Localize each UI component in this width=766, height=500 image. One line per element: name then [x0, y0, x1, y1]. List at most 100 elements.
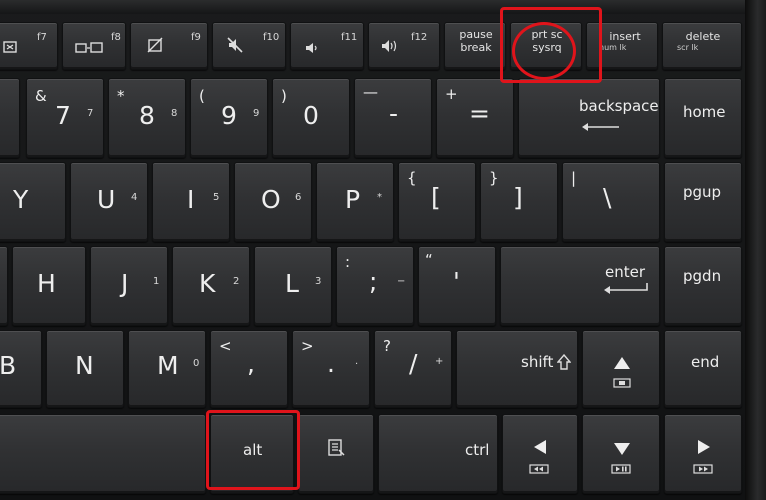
- right-triangle-icon: [697, 439, 711, 459]
- key-h-main: H: [37, 269, 56, 298]
- key-backslash[interactable]: | \: [562, 162, 660, 242]
- key-comma[interactable]: < ,: [210, 330, 288, 408]
- key-backspace[interactable]: backspace: [518, 78, 660, 158]
- key-numlk-label: num lk: [599, 43, 627, 52]
- key-pgdn-label: pgdn: [683, 267, 722, 285]
- key-period[interactable]: > . .: [292, 330, 370, 408]
- key-6-partial[interactable]: [0, 78, 20, 158]
- key-menu[interactable]: [298, 414, 374, 494]
- key-0-main: 0: [303, 101, 319, 130]
- key-home[interactable]: home: [664, 78, 742, 158]
- left-triangle-icon: [533, 439, 547, 459]
- key-f7-label: f7: [37, 32, 47, 43]
- key-8-main: 8: [139, 101, 155, 130]
- key-f11[interactable]: f11: [290, 22, 364, 70]
- key-print-screen[interactable]: prt sc sysrq: [510, 22, 582, 70]
- key-u-alt: 4: [131, 192, 138, 203]
- key-j[interactable]: J 1: [90, 246, 168, 326]
- key-l-alt: 3: [315, 276, 322, 287]
- key-minus-shift: —: [363, 83, 378, 101]
- key-k[interactable]: K 2: [172, 246, 250, 326]
- key-9-alt: 9: [253, 108, 260, 119]
- key-i-main: I: [187, 185, 195, 214]
- key-9-main: 9: [221, 101, 237, 130]
- key-i[interactable]: I 5: [152, 162, 230, 242]
- key-delete[interactable]: delete scr lk: [662, 22, 742, 70]
- key-l[interactable]: L 3: [254, 246, 332, 326]
- key-7-main: 7: [55, 101, 71, 130]
- key-n[interactable]: N: [46, 330, 124, 408]
- rewind-media-icon: [529, 459, 549, 478]
- key-shift-label: shift: [521, 353, 554, 371]
- key-scrlk-label: scr lk: [677, 43, 699, 52]
- key-7[interactable]: & 7 7: [26, 78, 104, 158]
- key-backslash-shift: |: [571, 169, 577, 187]
- key-equals[interactable]: + =: [436, 78, 514, 158]
- context-menu-icon: [327, 439, 345, 461]
- key-h[interactable]: H: [12, 246, 86, 326]
- key-y[interactable]: Y: [0, 162, 66, 242]
- down-triangle-icon: [613, 441, 631, 460]
- key-f8[interactable]: f8: [62, 22, 126, 70]
- key-alt[interactable]: alt: [210, 414, 294, 494]
- key-left-bracket-shift: {: [407, 169, 417, 187]
- key-end[interactable]: end: [664, 330, 742, 408]
- key-f6[interactable]: f7: [0, 22, 58, 70]
- key-home-label: home: [683, 103, 726, 121]
- key-m-alt: 0: [193, 358, 200, 369]
- key-spacebar[interactable]: [0, 414, 206, 494]
- key-period-alt: .: [355, 356, 359, 367]
- key-8[interactable]: * 8 8: [108, 78, 186, 158]
- key-f12[interactable]: f12: [368, 22, 440, 70]
- key-slash[interactable]: ? / +: [374, 330, 452, 408]
- key-insert[interactable]: insert num lk: [586, 22, 658, 70]
- key-up-arrow[interactable]: [582, 330, 660, 408]
- key-f10[interactable]: f10: [212, 22, 286, 70]
- key-g-partial[interactable]: [0, 246, 8, 326]
- key-u[interactable]: U 4: [70, 162, 148, 242]
- key-o[interactable]: O 6: [234, 162, 312, 242]
- key-backslash-main: \: [603, 183, 612, 212]
- key-0[interactable]: ) 0: [272, 78, 350, 158]
- key-backspace-label: backspace: [579, 97, 659, 115]
- key-i-alt: 5: [213, 192, 220, 203]
- key-quote-main: ': [453, 267, 460, 296]
- volume-up-icon: [381, 38, 401, 57]
- key-b[interactable]: B: [0, 330, 42, 408]
- key-9[interactable]: ( 9 9: [190, 78, 268, 158]
- key-pgdn[interactable]: pgdn: [664, 246, 742, 326]
- key-pgup[interactable]: pgup: [664, 162, 742, 242]
- key-left-arrow[interactable]: [502, 414, 578, 494]
- key-f10-label: f10: [263, 32, 280, 43]
- key-left-bracket[interactable]: { [: [398, 162, 476, 242]
- key-period-shift: >: [301, 337, 314, 355]
- key-7-shift: &: [35, 87, 47, 105]
- key-k-alt: 2: [233, 276, 240, 287]
- key-minus[interactable]: — -: [354, 78, 432, 158]
- key-comma-shift: <: [219, 337, 232, 355]
- key-p[interactable]: P *: [316, 162, 394, 242]
- key-l-main: L: [285, 269, 299, 298]
- key-shift[interactable]: shift: [456, 330, 578, 408]
- key-9-shift: (: [199, 87, 205, 105]
- key-down-arrow[interactable]: [582, 414, 660, 494]
- key-pause-label: pause: [459, 28, 493, 41]
- key-right-bracket[interactable]: } ]: [480, 162, 558, 242]
- key-semicolon[interactable]: : ; −: [336, 246, 414, 326]
- key-pause-break[interactable]: pause break: [444, 22, 506, 70]
- key-b-main: B: [0, 351, 17, 380]
- key-ctrl[interactable]: ctrl: [378, 414, 498, 494]
- key-y-main: Y: [13, 185, 29, 214]
- key-m[interactable]: M 0: [128, 330, 206, 408]
- play-pause-media-icon: [611, 459, 631, 478]
- key-enter[interactable]: enter: [500, 246, 660, 326]
- key-end-label: end: [691, 353, 720, 371]
- key-f9[interactable]: f9: [130, 22, 208, 70]
- key-delete-label: delete: [685, 30, 721, 43]
- key-quote[interactable]: “ ': [418, 246, 496, 326]
- key-break-label: break: [460, 41, 492, 54]
- key-semicolon-alt: −: [397, 276, 406, 287]
- backspace-arrow-icon: [581, 117, 621, 136]
- key-ctrl-label: ctrl: [465, 441, 490, 459]
- key-right-arrow[interactable]: [664, 414, 742, 494]
